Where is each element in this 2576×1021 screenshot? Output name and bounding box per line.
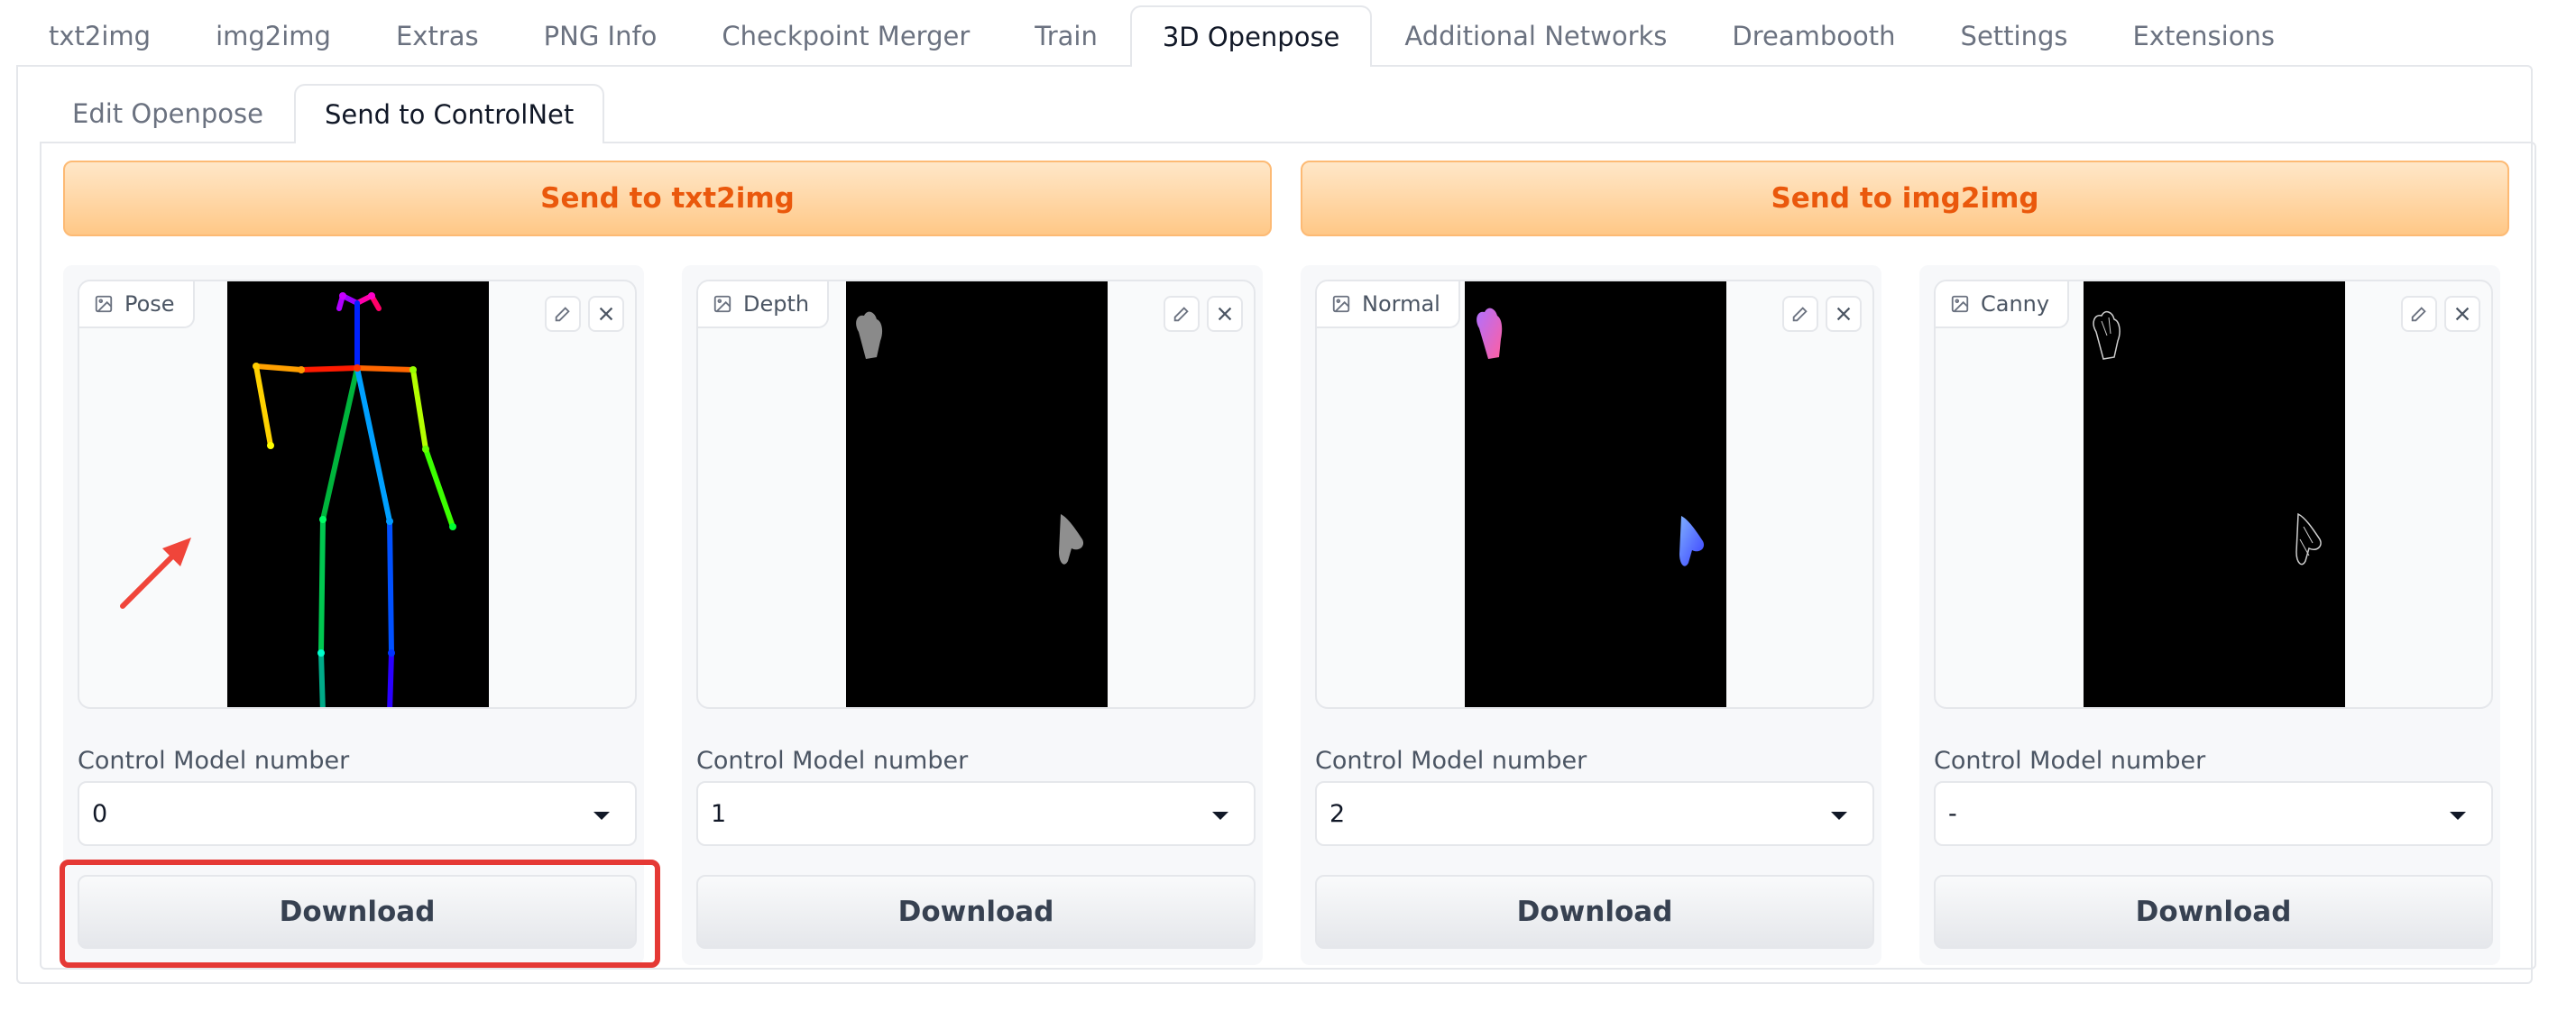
control-model-select-depth[interactable]: 1 [696,781,1256,846]
tab-extensions[interactable]: Extensions [2100,5,2306,65]
normal-image-box[interactable]: Normal [1315,280,1874,709]
depth-clear-button[interactable] [1207,296,1243,332]
control-model-label: Control Model number [696,747,969,775]
pose-image [227,281,489,707]
canny-card: Canny Control Model number - Download [1919,265,2500,965]
control-model-select-pose[interactable]: 0 [78,781,637,846]
canny-edit-button[interactable] [2401,296,2437,332]
download-button-normal[interactable]: Download [1315,875,1874,949]
chevron-down-icon [1212,812,1228,820]
image-icon [1332,295,1350,313]
tab-additional-networks[interactable]: Additional Networks [1372,5,1699,65]
red-arrow-annotation [120,538,191,609]
tab-txt2img[interactable]: txt2img [16,5,183,65]
tab-3d-openpose[interactable]: 3D Openpose [1129,5,1373,67]
depth-label-text: Depth [743,291,810,317]
pose-label-text: Pose [124,291,175,317]
close-icon [2455,307,2470,321]
pencil-icon [2411,307,2426,322]
pose-image-label: Pose [79,281,195,328]
canny-image [2084,281,2345,707]
chevron-down-icon [1831,812,1847,820]
control-model-label: Control Model number [1315,747,1587,775]
send-to-img2img-button[interactable]: Send to img2img [1301,161,2509,236]
pose-image-box[interactable]: Pose [78,280,637,709]
depth-edit-button[interactable] [1164,296,1200,332]
canny-hands-image [2093,310,2322,566]
close-icon [1218,307,1232,321]
depth-hands-image [856,311,1084,565]
close-icon [1836,307,1851,321]
depth-image-box[interactable]: Depth [696,280,1256,709]
tab-img2img[interactable]: img2img [183,5,363,65]
pencil-icon [1173,307,1189,322]
canny-image-label: Canny [1936,281,2070,328]
download-button-depth[interactable]: Download [696,875,1256,949]
tab-checkpoint-merger[interactable]: Checkpoint Merger [689,5,1002,65]
download-button-canny[interactable]: Download [1934,875,2493,949]
control-model-select-canny[interactable]: - [1934,781,2493,846]
canny-image-box[interactable]: Canny [1934,280,2493,709]
control-model-value: 1 [711,799,727,828]
normal-card: Normal Control Model number 2 Download [1301,265,1881,965]
image-icon [713,295,731,313]
normal-image [1465,281,1726,707]
tab-edit-openpose[interactable]: Edit Openpose [41,84,294,142]
send-to-txt2img-button[interactable]: Send to txt2img [63,161,1272,236]
control-model-select-normal[interactable]: 2 [1315,781,1874,846]
pencil-icon [1792,307,1808,322]
download-highlight-box [60,860,660,968]
image-icon [1951,295,1969,313]
control-model-value: 0 [92,799,108,828]
control-model-value: - [1948,799,1957,828]
tab-train[interactable]: Train [1002,5,1130,65]
tab-extras[interactable]: Extras [363,5,511,65]
pencil-icon [555,307,570,322]
openpose-tab-bar: Edit Openpose Send to ControlNet [41,84,605,143]
chevron-down-icon [593,812,610,820]
tab-send-to-controlnet[interactable]: Send to ControlNet [293,84,605,143]
depth-image [846,281,1108,707]
control-model-label: Control Model number [1934,747,2206,775]
normal-clear-button[interactable] [1826,296,1862,332]
close-icon [599,307,613,321]
depth-image-label: Depth [698,281,830,328]
normal-edit-button[interactable] [1782,296,1818,332]
tab-png-info[interactable]: PNG Info [511,5,690,65]
main-tab-bar: txt2img img2img Extras PNG Info Checkpoi… [16,5,2307,67]
tab-dreambooth[interactable]: Dreambooth [1699,5,1927,65]
canny-clear-button[interactable] [2444,296,2480,332]
tab-settings[interactable]: Settings [1928,5,2101,65]
normal-label-text: Normal [1362,291,1440,317]
canny-label-text: Canny [1981,291,2050,317]
normal-hands-image [1477,308,1705,566]
control-model-value: 2 [1329,799,1346,828]
openpose-skeleton-image [253,292,456,707]
normal-image-label: Normal [1317,281,1460,328]
chevron-down-icon [2450,812,2466,820]
pose-edit-button[interactable] [545,296,581,332]
depth-card: Depth Control Model number 1 Download [682,265,1263,965]
control-model-label: Control Model number [78,747,350,775]
image-icon [95,295,113,313]
pose-clear-button[interactable] [588,296,624,332]
